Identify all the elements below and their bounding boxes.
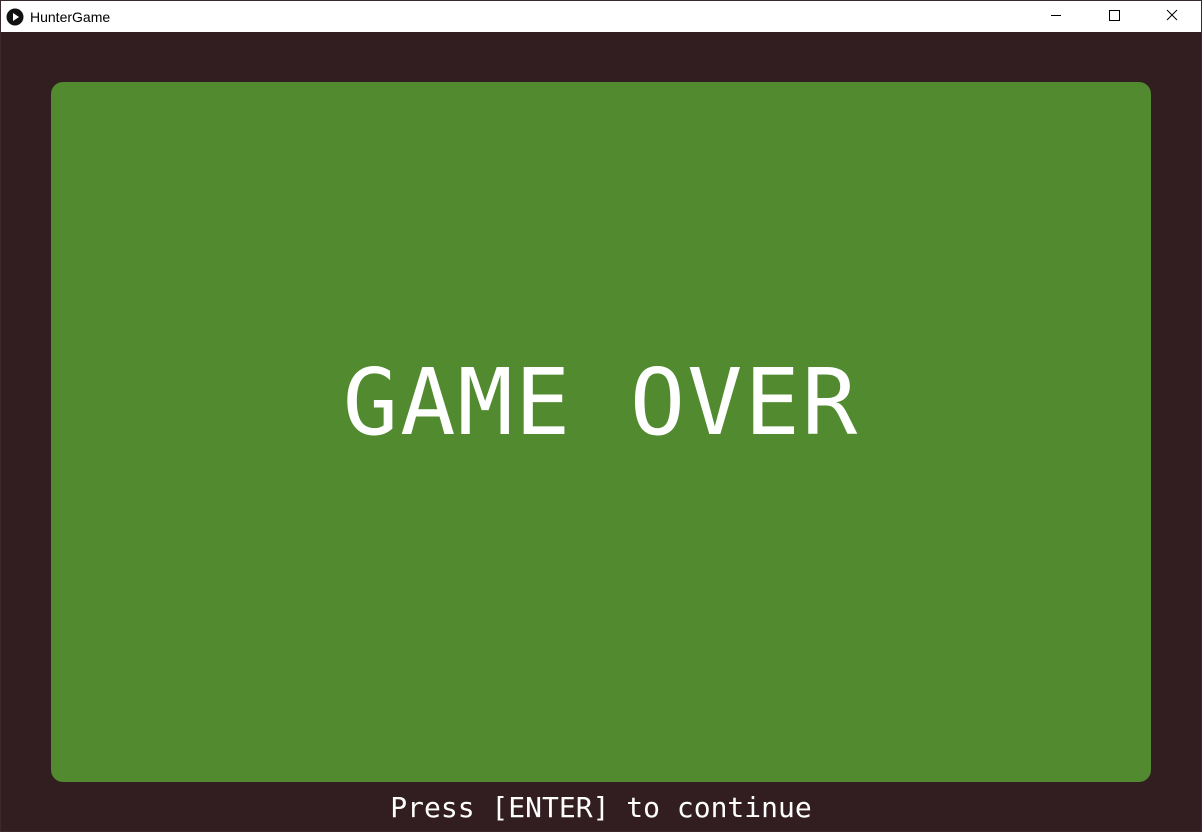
play-icon bbox=[6, 8, 24, 26]
window-controls bbox=[1027, 1, 1201, 32]
window-title: HunterGame bbox=[30, 8, 111, 25]
close-icon bbox=[1166, 8, 1178, 26]
title-bar[interactable]: HunterGame bbox=[1, 1, 1201, 32]
continue-prompt: Press [ENTER] to continue bbox=[390, 791, 812, 824]
game-over-panel: GAME OVER bbox=[51, 82, 1151, 782]
maximize-icon bbox=[1108, 8, 1120, 26]
game-window: HunterGame GAME OVER Press [ENTER] to co… bbox=[0, 0, 1202, 832]
minimize-button[interactable] bbox=[1027, 1, 1085, 32]
maximize-button[interactable] bbox=[1085, 1, 1143, 32]
minimize-icon bbox=[1050, 8, 1062, 26]
close-button[interactable] bbox=[1143, 1, 1201, 32]
game-over-title: GAME OVER bbox=[342, 348, 860, 456]
